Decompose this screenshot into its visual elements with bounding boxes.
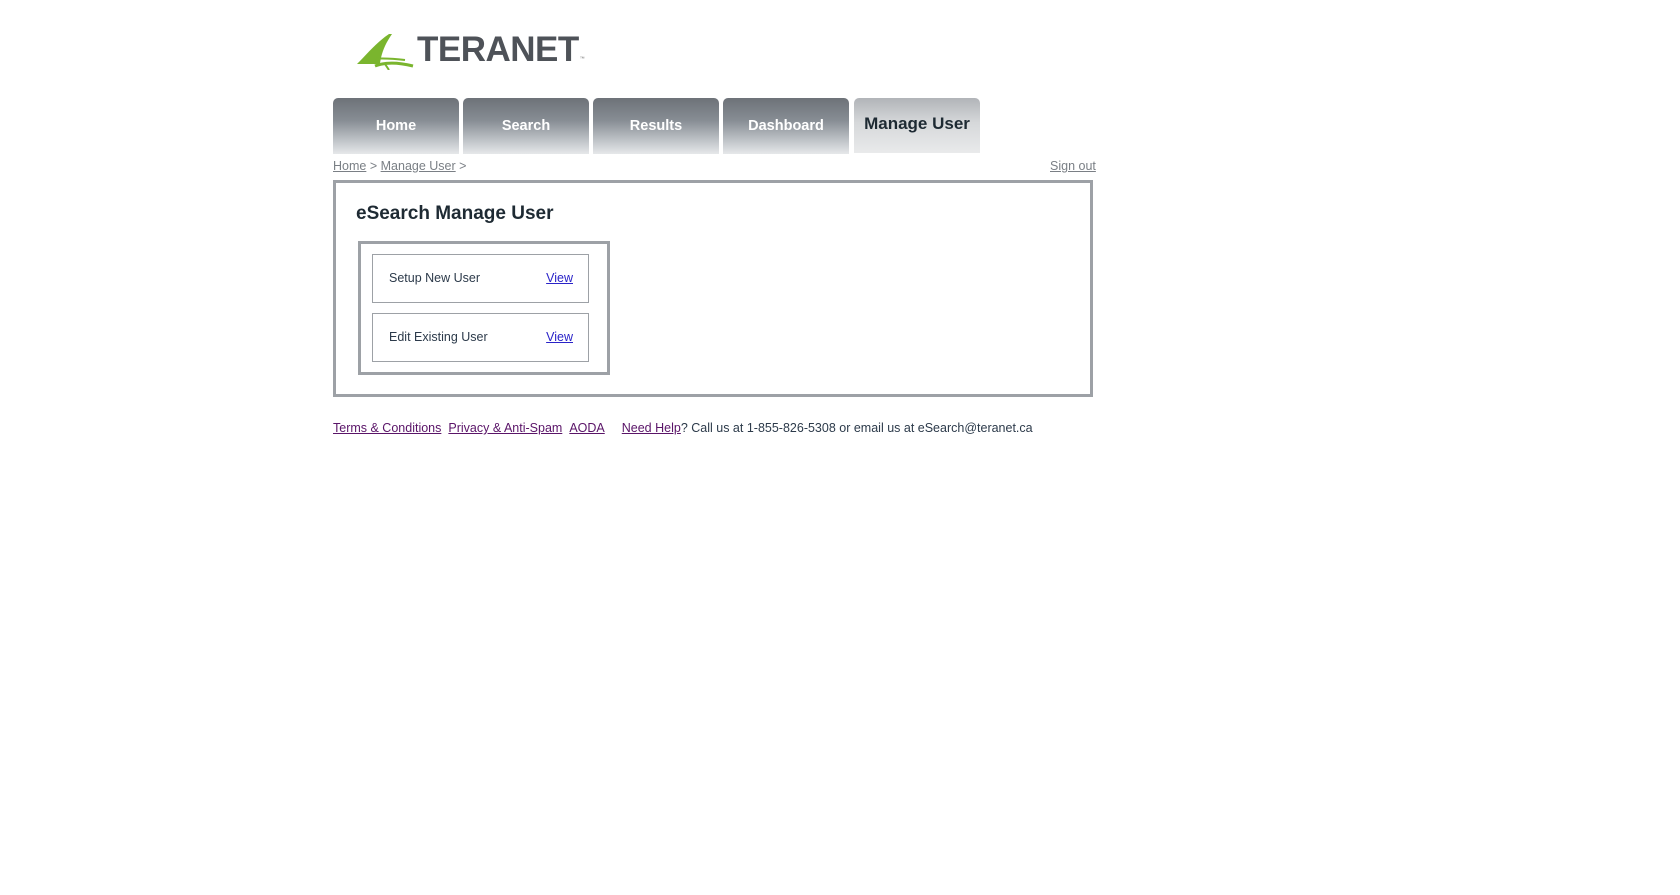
- breadcrumb-home-link[interactable]: Home: [333, 159, 366, 173]
- edit-existing-user-view-link[interactable]: View: [546, 330, 573, 344]
- edit-existing-user-label: Edit Existing User: [389, 330, 488, 344]
- breadcrumb: Home > Manage User >: [333, 159, 466, 173]
- user-actions-box: Setup New User View Edit Existing User V…: [358, 241, 610, 375]
- logo-trademark: ™: [579, 56, 585, 62]
- tab-results[interactable]: Results: [593, 98, 719, 154]
- sign-out-link[interactable]: Sign out: [1050, 159, 1096, 173]
- terms-conditions-link[interactable]: Terms & Conditions: [333, 421, 441, 435]
- setup-new-user-view-link[interactable]: View: [546, 271, 573, 285]
- help-contact-text: ? Call us at 1-855-826-5308 or email us …: [680, 421, 1033, 435]
- privacy-anti-spam-link[interactable]: Privacy & Anti-Spam: [448, 421, 562, 435]
- breadcrumb-separator: >: [459, 159, 467, 173]
- breadcrumb-manage-user-link[interactable]: Manage User: [381, 159, 456, 173]
- tab-home[interactable]: Home: [333, 98, 459, 154]
- tab-search[interactable]: Search: [463, 98, 589, 154]
- logo-wordmark: TERANET: [417, 30, 579, 69]
- aoda-link[interactable]: AODA: [569, 421, 604, 435]
- teranet-swoosh-icon: [357, 34, 414, 70]
- page-title: eSearch Manage User: [356, 203, 554, 224]
- setup-new-user-row: Setup New User View: [372, 254, 589, 303]
- breadcrumb-separator: >: [369, 159, 378, 173]
- teranet-logo: TERANET ™: [355, 30, 585, 70]
- manage-user-panel: eSearch Manage User Setup New User View …: [333, 180, 1093, 397]
- tab-manage-user[interactable]: Manage User: [854, 98, 980, 153]
- footer: Terms & Conditions Privacy & Anti-Spam AOD…: [333, 421, 1033, 435]
- need-help-link[interactable]: Need Help: [622, 421, 681, 435]
- edit-existing-user-row: Edit Existing User View: [372, 313, 589, 362]
- tab-dashboard[interactable]: Dashboard: [723, 98, 849, 154]
- setup-new-user-label: Setup New User: [389, 271, 481, 285]
